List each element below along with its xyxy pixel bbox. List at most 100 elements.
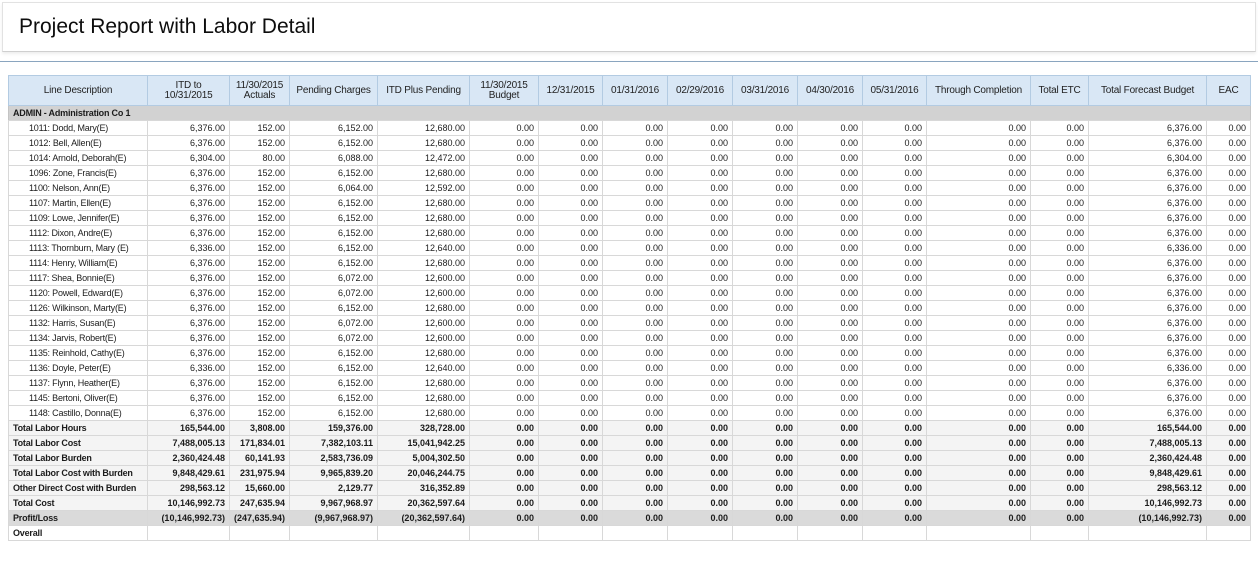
table-row: 1112: Dixon, Andre(E)6,376.00152.006,152… bbox=[9, 226, 1251, 241]
cell: 0.00 bbox=[1031, 421, 1089, 436]
cell: 0.00 bbox=[668, 496, 733, 511]
cell: 0.00 bbox=[668, 376, 733, 391]
cell: 0.00 bbox=[603, 376, 668, 391]
cell: 0.00 bbox=[1207, 466, 1251, 481]
cell: 6,376.00 bbox=[1089, 121, 1207, 136]
row-label: 1011: Dodd, Mary(E) bbox=[9, 121, 148, 136]
cell: 0.00 bbox=[470, 346, 539, 361]
cell: 6,152.00 bbox=[290, 226, 378, 241]
cell: 152.00 bbox=[230, 196, 290, 211]
cell: 0.00 bbox=[863, 481, 927, 496]
cell: 2,360,424.48 bbox=[148, 451, 230, 466]
cell: 6,376.00 bbox=[148, 121, 230, 136]
cell: 0.00 bbox=[863, 496, 927, 511]
cell: 6,376.00 bbox=[1089, 286, 1207, 301]
cell: 152.00 bbox=[230, 376, 290, 391]
row-label: 1145: Bertoni, Oliver(E) bbox=[9, 391, 148, 406]
header-row: Line DescriptionITD to 10/31/201511/30/2… bbox=[9, 76, 1251, 106]
cell: 0.00 bbox=[470, 421, 539, 436]
cell: 0.00 bbox=[863, 271, 927, 286]
cell bbox=[1207, 526, 1251, 541]
cell: (9,967,968.97) bbox=[290, 511, 378, 526]
column-header-8: 01/31/2016 bbox=[603, 76, 668, 106]
table-row: 1011: Dodd, Mary(E)6,376.00152.006,152.0… bbox=[9, 121, 1251, 136]
cell: 0.00 bbox=[798, 151, 863, 166]
row-label: 1137: Flynn, Heather(E) bbox=[9, 376, 148, 391]
cell: 6,376.00 bbox=[148, 256, 230, 271]
cell: 0.00 bbox=[1031, 136, 1089, 151]
cell: 0.00 bbox=[863, 406, 927, 421]
cell: 0.00 bbox=[863, 316, 927, 331]
column-header-11: 04/30/2016 bbox=[798, 76, 863, 106]
cell: 0.00 bbox=[1207, 376, 1251, 391]
cell: 0.00 bbox=[603, 166, 668, 181]
cell: 0.00 bbox=[1031, 406, 1089, 421]
cell: 0.00 bbox=[539, 271, 603, 286]
table-header: Line DescriptionITD to 10/31/201511/30/2… bbox=[9, 76, 1251, 106]
cell: 12,680.00 bbox=[378, 226, 470, 241]
cell: 0.00 bbox=[1031, 496, 1089, 511]
labor-detail-table: Line DescriptionITD to 10/31/201511/30/2… bbox=[8, 75, 1251, 541]
row-label: 1148: Castillo, Donna(E) bbox=[9, 406, 148, 421]
table-row: 1012: Bell, Allen(E)6,376.00152.006,152.… bbox=[9, 136, 1251, 151]
cell: 0.00 bbox=[927, 481, 1031, 496]
cell: 0.00 bbox=[539, 136, 603, 151]
cell: 12,680.00 bbox=[378, 256, 470, 271]
cell: 0.00 bbox=[539, 226, 603, 241]
cell bbox=[1031, 526, 1089, 541]
cell: 0.00 bbox=[470, 361, 539, 376]
cell: 0.00 bbox=[668, 436, 733, 451]
cell: 0.00 bbox=[863, 376, 927, 391]
cell: 0.00 bbox=[927, 136, 1031, 151]
cell: 0.00 bbox=[539, 256, 603, 271]
cell: 171,834.01 bbox=[230, 436, 290, 451]
cell: 6,152.00 bbox=[290, 361, 378, 376]
cell: (10,146,992.73) bbox=[148, 511, 230, 526]
cell: 0.00 bbox=[1031, 376, 1089, 391]
cell: 6,336.00 bbox=[148, 361, 230, 376]
cell: 0.00 bbox=[539, 361, 603, 376]
cell: 0.00 bbox=[798, 496, 863, 511]
cell: 0.00 bbox=[927, 316, 1031, 331]
cell: 0.00 bbox=[798, 211, 863, 226]
cell: 0.00 bbox=[733, 346, 798, 361]
cell: 0.00 bbox=[1031, 451, 1089, 466]
cell bbox=[733, 526, 798, 541]
cell: 6,376.00 bbox=[1089, 196, 1207, 211]
cell: (247,635.94) bbox=[230, 511, 290, 526]
cell: 0.00 bbox=[798, 256, 863, 271]
cell: 0.00 bbox=[798, 241, 863, 256]
cell: 152.00 bbox=[230, 241, 290, 256]
cell: 0.00 bbox=[733, 391, 798, 406]
cell: 6,152.00 bbox=[290, 166, 378, 181]
report-title-text: Project Report with Labor Detail bbox=[19, 15, 315, 39]
cell: 6,376.00 bbox=[148, 136, 230, 151]
cell: 152.00 bbox=[230, 166, 290, 181]
table-row: 1132: Harris, Susan(E)6,376.00152.006,07… bbox=[9, 316, 1251, 331]
cell: 12,680.00 bbox=[378, 136, 470, 151]
cell: 0.00 bbox=[603, 121, 668, 136]
row-label: 1126: Wilkinson, Marty(E) bbox=[9, 301, 148, 316]
cell: 0.00 bbox=[539, 496, 603, 511]
cell: 0.00 bbox=[927, 361, 1031, 376]
cell: 165,544.00 bbox=[1089, 421, 1207, 436]
cell: 6,376.00 bbox=[148, 211, 230, 226]
cell: 0.00 bbox=[927, 241, 1031, 256]
cell: 0.00 bbox=[733, 466, 798, 481]
cell: 0.00 bbox=[470, 226, 539, 241]
cell: 6,152.00 bbox=[290, 376, 378, 391]
cell: 0.00 bbox=[668, 391, 733, 406]
cell: 0.00 bbox=[1207, 166, 1251, 181]
cell: 0.00 bbox=[927, 301, 1031, 316]
row-label: Total Cost bbox=[9, 496, 148, 511]
cell: 0.00 bbox=[539, 181, 603, 196]
cell: 152.00 bbox=[230, 316, 290, 331]
cell: 0.00 bbox=[798, 166, 863, 181]
cell: 0.00 bbox=[603, 301, 668, 316]
cell: 0.00 bbox=[539, 346, 603, 361]
cell: 152.00 bbox=[230, 301, 290, 316]
row-label: 1113: Thornburn, Mary (E) bbox=[9, 241, 148, 256]
cell: 0.00 bbox=[668, 136, 733, 151]
cell: 0.00 bbox=[863, 226, 927, 241]
cell bbox=[927, 526, 1031, 541]
